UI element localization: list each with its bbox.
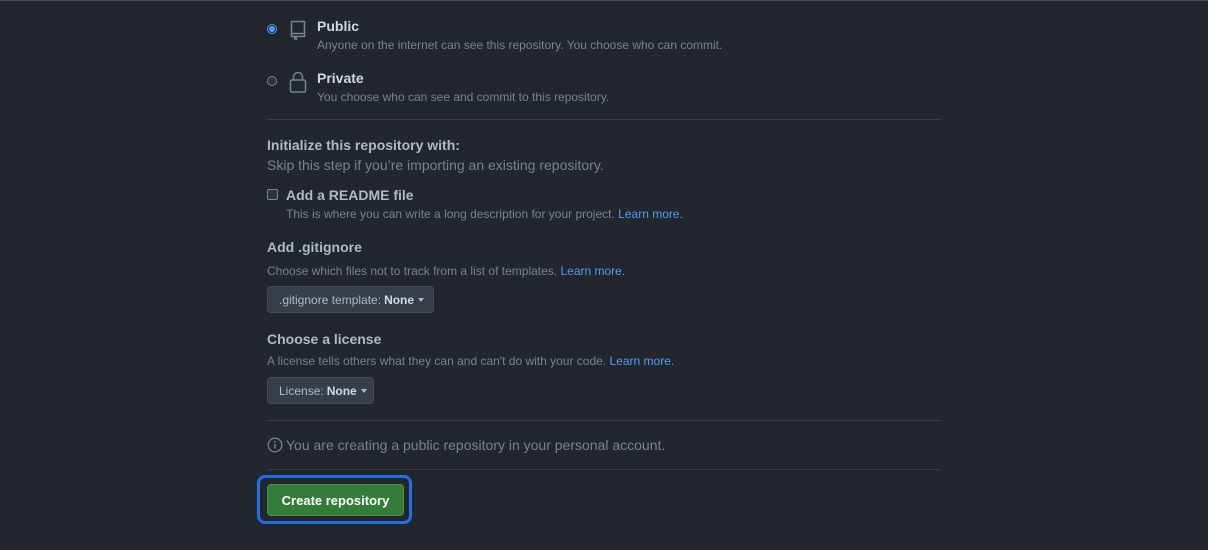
repo-icon (290, 20, 306, 41)
license-select[interactable]: License: None (267, 377, 374, 404)
license-learn-more-link[interactable]: Learn more. (610, 354, 675, 368)
section-divider (267, 469, 941, 470)
public-label: Public (317, 18, 360, 34)
gitignore-select-label: .gitignore template: (279, 292, 382, 307)
gitignore-select-value: None (384, 292, 415, 307)
initialize-subtitle: Skip this step if you’re importing an ex… (267, 157, 604, 173)
lock-icon (289, 71, 307, 93)
create-repository-button[interactable]: Create repository (267, 484, 404, 516)
license-select-label: License: (279, 383, 324, 398)
readme-label[interactable]: Add a README file (286, 187, 414, 203)
license-description: A license tells others what they can and… (267, 354, 607, 368)
caret-down-icon (360, 388, 367, 393)
private-label: Private (317, 70, 364, 86)
readme-description-row: This is where you can write a long descr… (286, 207, 683, 221)
section-divider (267, 119, 941, 120)
gitignore-template-select[interactable]: .gitignore template: None (267, 286, 434, 313)
license-description-row: A license tells others what they can and… (267, 354, 674, 368)
readme-description: This is where you can write a long descr… (286, 207, 615, 221)
section-divider (267, 420, 941, 421)
public-description: Anyone on the internet can see this repo… (317, 38, 723, 52)
public-radio[interactable] (267, 24, 277, 34)
initialize-title: Initialize this repository with: (267, 137, 460, 153)
license-select-value: None (326, 383, 357, 398)
info-icon (267, 437, 283, 453)
top-divider (0, 0, 1208, 1)
caret-down-icon (418, 297, 425, 302)
readme-checkbox[interactable] (267, 189, 278, 200)
private-radio[interactable] (267, 76, 277, 86)
readme-learn-more-link[interactable]: Learn more. (618, 207, 683, 221)
gitignore-learn-more-link[interactable]: Learn more. (560, 264, 625, 278)
visibility-notice: You are creating a public repository in … (286, 437, 666, 453)
gitignore-title: Add .gitignore (267, 239, 362, 255)
gitignore-description: Choose which files not to track from a l… (267, 264, 558, 278)
license-title: Choose a license (267, 331, 382, 347)
gitignore-description-row: Choose which files not to track from a l… (267, 264, 625, 278)
private-description: You choose who can see and commit to thi… (317, 90, 610, 104)
